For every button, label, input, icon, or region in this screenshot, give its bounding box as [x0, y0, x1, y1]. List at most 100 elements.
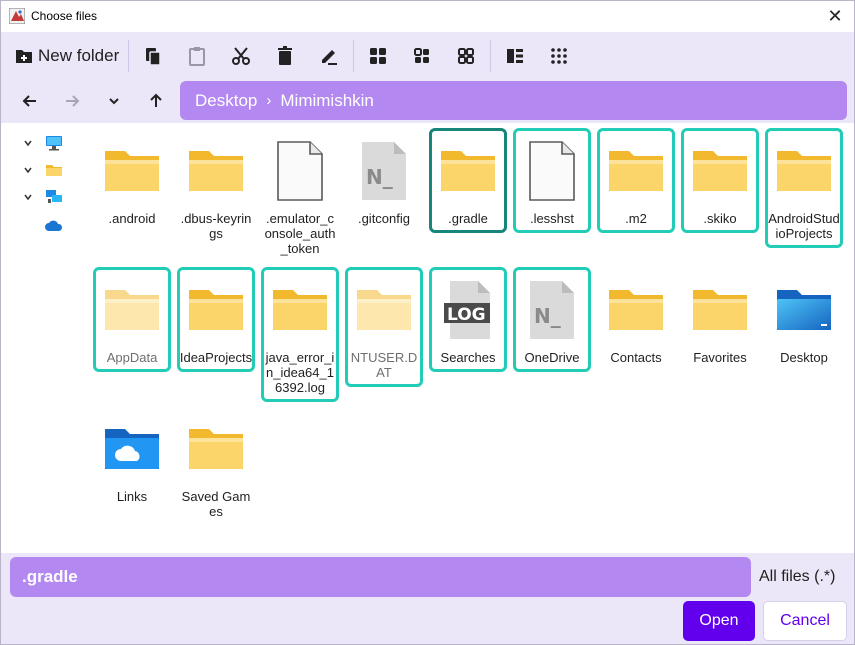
file-item[interactable]: N_ .gitconfig: [345, 128, 423, 233]
arrow-right-icon: [66, 95, 80, 107]
toolbar: New folder: [1, 32, 854, 79]
file-item[interactable]: .m2: [597, 128, 675, 233]
navigation-bar: Desktop › Mimimishkin: [1, 79, 854, 123]
folder-icon: [186, 137, 246, 205]
file-item[interactable]: .emulator_console_auth_token: [261, 128, 339, 263]
cut-button[interactable]: [227, 42, 255, 70]
folder-icon: [774, 137, 834, 205]
chevron-down-icon: [109, 98, 119, 105]
file-item[interactable]: Contacts: [597, 267, 675, 372]
breadcrumb[interactable]: Desktop › Mimimishkin: [180, 81, 847, 120]
file-item-label: OneDrive: [524, 350, 580, 365]
back-button[interactable]: [16, 87, 44, 115]
up-button[interactable]: [142, 87, 170, 115]
title-bar: Choose files ✕: [1, 1, 854, 32]
tree-item-onedrive[interactable]: [45, 215, 63, 237]
tree-item-network[interactable]: [21, 186, 63, 208]
folder-icon: [46, 165, 62, 176]
rename-icon: [322, 50, 337, 65]
file-item[interactable]: .dbus-keyrings: [177, 128, 255, 248]
file-item[interactable]: Saved Games: [177, 406, 255, 526]
file-item-label: NTUSER.DAT: [350, 350, 418, 380]
svg-text:N_: N_: [366, 165, 393, 189]
medium-icons-view-icon: [414, 48, 429, 63]
close-icon[interactable]: ✕: [824, 5, 846, 27]
file-item[interactable]: .gradle: [429, 128, 507, 233]
file-item-label: .gitconfig: [357, 211, 411, 226]
small-icons-view-icon: [458, 48, 474, 64]
svg-text:N_: N_: [534, 304, 561, 328]
folder-icon: [438, 137, 498, 205]
chevron-down-icon[interactable]: [21, 190, 35, 204]
bottom-panel: .gradle All files (.*) Open Cancel: [1, 553, 854, 644]
onedrive-folder-icon: [102, 415, 162, 483]
breadcrumb-desktop[interactable]: Desktop: [195, 91, 257, 111]
file-item[interactable]: AndroidStudioProjects: [765, 128, 843, 248]
chevron-down-icon[interactable]: [21, 136, 35, 150]
onedrive-cloud-icon: [45, 220, 63, 231]
details-view-icon: [507, 49, 523, 63]
breadcrumb-mimimishkin[interactable]: Mimimishkin: [280, 91, 374, 111]
large-icons-view-button[interactable]: [364, 42, 392, 70]
copy-icon: [146, 48, 161, 66]
file-item[interactable]: NTUSER.DAT: [345, 267, 423, 387]
delete-button[interactable]: [271, 42, 299, 70]
file-item-label: .emulator_console_auth_token: [264, 211, 336, 256]
file-item-label: java_error_in_idea64_16392.log: [265, 350, 335, 395]
new-folder-label: New folder: [38, 46, 120, 65]
toolbar-divider: [490, 40, 491, 72]
forward-button[interactable]: [58, 87, 86, 115]
recent-locations-button[interactable]: [100, 87, 128, 115]
folder-icon: [102, 276, 162, 344]
file-item-label: Contacts: [610, 350, 662, 365]
folder-icon: [186, 276, 246, 344]
rename-button[interactable]: [315, 42, 343, 70]
file-item[interactable]: Links: [93, 406, 171, 511]
cancel-button[interactable]: Cancel: [763, 601, 847, 641]
copy-button[interactable]: [139, 42, 167, 70]
file-grid: .android .dbus-keyrings .emulator_console_…: [81, 123, 854, 553]
paste-button[interactable]: [183, 42, 211, 70]
chevron-down-icon[interactable]: [21, 163, 35, 177]
tree-item-folder[interactable]: [21, 159, 63, 181]
file-type-filter[interactable]: All files (.*): [759, 568, 835, 586]
file-item-label: Saved Games: [181, 489, 251, 519]
tree-item-this-pc[interactable]: [21, 132, 63, 154]
file-item-label: .skiko: [703, 211, 737, 226]
svg-text:LOG: LOG: [447, 305, 486, 325]
file-item[interactable]: Favorites: [681, 267, 759, 372]
folder-icon: [690, 137, 750, 205]
details-view-button[interactable]: [501, 42, 529, 70]
file-item[interactable]: IdeaProjects: [177, 267, 255, 372]
new-folder-button[interactable]: New folder: [9, 40, 125, 72]
log-file-icon: LOG: [438, 276, 498, 344]
desktop-folder-icon: [774, 276, 834, 344]
file-item[interactable]: Desktop: [765, 267, 843, 372]
window-title: Choose files: [31, 9, 98, 23]
filename-input[interactable]: .gradle: [10, 557, 751, 597]
folder-icon: [270, 276, 330, 344]
paste-icon: [189, 47, 205, 66]
file-item[interactable]: .skiko: [681, 128, 759, 233]
file-item[interactable]: java_error_in_idea64_16392.log: [261, 267, 339, 402]
cut-icon: [232, 47, 250, 65]
arrow-left-icon: [22, 95, 36, 107]
folder-icon: [690, 276, 750, 344]
navigation-tree: [1, 123, 81, 553]
file-item-label: .lesshst: [529, 211, 575, 226]
file-item[interactable]: .lesshst: [513, 128, 591, 233]
folder-icon: [606, 276, 666, 344]
small-icons-view-button[interactable]: [452, 42, 480, 70]
file-item-label: IdeaProjects: [179, 350, 253, 365]
list-view-button[interactable]: [545, 42, 573, 70]
file-item[interactable]: N_ OneDrive: [513, 267, 591, 372]
file-item[interactable]: .android: [93, 128, 171, 233]
open-button[interactable]: Open: [683, 601, 755, 641]
file-icon: [270, 137, 330, 205]
file-item[interactable]: AppData: [93, 267, 171, 372]
folder-icon: [186, 415, 246, 483]
file-item-label: Favorites: [693, 350, 747, 365]
medium-icons-view-button[interactable]: [408, 42, 436, 70]
file-item[interactable]: LOG Searches: [429, 267, 507, 372]
file-item-label: Searches: [440, 350, 496, 365]
